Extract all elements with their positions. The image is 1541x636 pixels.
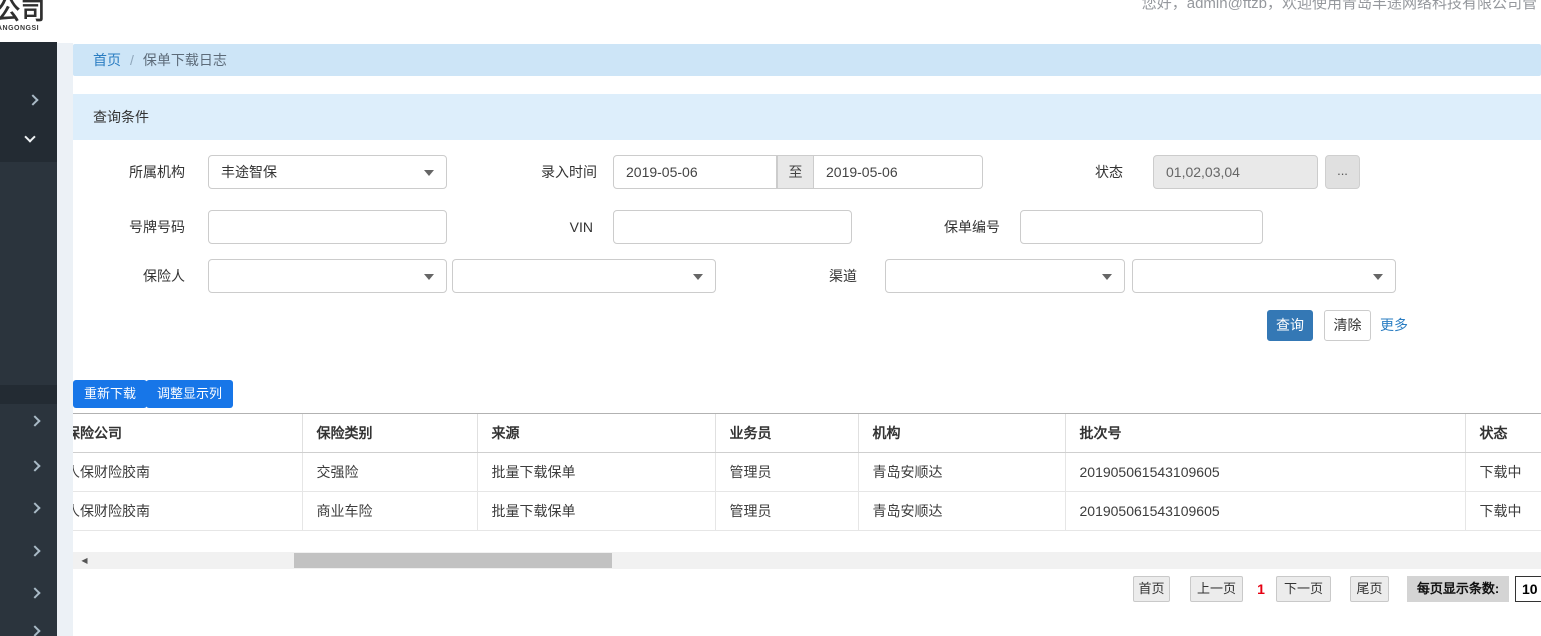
insurer-select-2[interactable] <box>452 259 716 293</box>
org-label: 所属机构 <box>129 164 185 180</box>
breadcrumb-separator: / <box>130 52 134 68</box>
status-input[interactable] <box>1153 155 1318 189</box>
results-table: 保险公司 保险类别 来源 业务员 机构 批次号 状态 人保财险胶南 交强险 批量… <box>73 413 1541 531</box>
logo-text: 公司 <box>0 0 46 25</box>
cell-insurance-company: 人保财险胶南 <box>73 452 302 492</box>
adjust-columns-button[interactable]: 调整显示列 <box>146 380 234 408</box>
per-page-input[interactable] <box>1515 576 1541 602</box>
cell-insurance-type: 商业车险 <box>301 491 477 531</box>
page-prev-button[interactable]: 上一页 <box>1190 576 1243 602</box>
chevron-right-icon <box>29 415 41 427</box>
page-next-button[interactable]: 下一页 <box>1276 576 1331 602</box>
insurer-label: 保险人 <box>143 268 185 284</box>
plate-input[interactable] <box>208 210 447 244</box>
col-header-insurance-company: 保险公司 <box>73 413 302 453</box>
logo-subtext: ANGONGSI <box>0 25 40 32</box>
caret-down-icon <box>424 170 434 176</box>
search-button[interactable]: 查询 <box>1267 310 1313 341</box>
channel-select-1[interactable] <box>885 259 1125 293</box>
scroll-left-arrow-icon[interactable]: ◀ <box>76 552 93 569</box>
col-header-insurance-type: 保险类别 <box>301 413 477 453</box>
breadcrumb: 首页 / 保单下载日志 <box>73 44 1541 76</box>
sidebar-item-6[interactable] <box>0 611 57 636</box>
more-link[interactable]: 更多 <box>1380 310 1408 341</box>
top-header: 您好，admin@ftzb，欢迎使用青岛丰途网络科技有限公司管 <box>57 0 1541 43</box>
scrollbar-thumb[interactable] <box>294 553 612 568</box>
entry-time-range: 至 <box>613 155 983 189</box>
redownload-button[interactable]: 重新下载 <box>73 380 148 408</box>
user-greeting: 您好，admin@ftzb，欢迎使用青岛丰途网络科技有限公司管 <box>1141 0 1537 12</box>
chevron-right-icon <box>29 625 41 636</box>
cell-insurance-company: 人保财险胶南 <box>73 491 302 531</box>
policy-no-label: 保单编号 <box>944 219 1000 235</box>
channel-label: 渠道 <box>829 268 857 284</box>
date-from-input[interactable] <box>613 155 777 189</box>
col-header-salesperson: 业务员 <box>714 413 858 453</box>
table-row: 人保财险胶南 交强险 批量下载保单 管理员 青岛安顺达 201905061543… <box>73 452 1541 492</box>
col-header-source: 来源 <box>476 413 715 453</box>
app-logo: 公司 ANGONGSI <box>0 0 57 42</box>
content-gutter <box>57 43 73 636</box>
table-row: 人保财险胶南 商业车险 批量下载保单 管理员 青岛安顺达 20190506154… <box>73 491 1541 531</box>
breadcrumb-current: 保单下载日志 <box>142 52 227 68</box>
breadcrumb-home-link[interactable]: 首页 <box>93 50 121 70</box>
chevron-right-icon <box>29 460 41 472</box>
per-page-label: 每页显示条数: <box>1407 576 1509 602</box>
page-last-button[interactable]: 尾页 <box>1350 576 1389 602</box>
sidebar-item-2[interactable] <box>0 446 57 486</box>
date-range-separator: 至 <box>777 155 814 189</box>
cell-source: 批量下载保单 <box>476 491 715 531</box>
cell-source: 批量下载保单 <box>476 452 715 492</box>
org-select-value: 丰途智保 <box>221 164 277 180</box>
col-header-batch-no: 批次号 <box>1064 413 1465 453</box>
page-current-number: 1 <box>1257 581 1265 597</box>
col-header-org: 机构 <box>857 413 1065 453</box>
status-picker-button[interactable]: ... <box>1325 155 1360 189</box>
cell-org: 青岛安顺达 <box>857 491 1065 531</box>
date-to-input[interactable] <box>814 155 983 189</box>
caret-down-icon <box>1102 274 1112 280</box>
cell-insurance-type: 交强险 <box>301 452 477 492</box>
table-header-row: 保险公司 保险类别 来源 业务员 机构 批次号 状态 <box>73 413 1541 453</box>
sidebar-item-4[interactable] <box>0 531 57 571</box>
page-first-button[interactable]: 首页 <box>1133 576 1170 602</box>
cell-batch-no: 201905061543109605 <box>1064 491 1465 531</box>
caret-down-icon <box>424 274 434 280</box>
vin-input[interactable] <box>613 210 852 244</box>
cell-salesperson: 管理员 <box>714 491 858 531</box>
cell-status: 下载中 <box>1464 452 1541 492</box>
plate-label: 号牌号码 <box>129 219 185 235</box>
vin-label: VIN <box>569 219 593 235</box>
screen: 公司 ANGONGSI 您好，admin@ftzb，欢迎使用青岛丰途网络科技有限… <box>0 0 1541 636</box>
sidebar-item-3[interactable] <box>0 488 57 528</box>
cell-org: 青岛安顺达 <box>857 452 1065 492</box>
query-panel-title: 查询条件 <box>73 94 1541 140</box>
chevron-right-icon <box>29 587 41 599</box>
sidebar-item-5[interactable] <box>0 573 57 613</box>
chevron-right-icon <box>29 502 41 514</box>
col-header-status: 状态 <box>1464 413 1541 453</box>
caret-down-icon <box>1373 274 1383 280</box>
cell-batch-no: 201905061543109605 <box>1064 452 1465 492</box>
horizontal-scrollbar[interactable]: ◀ <box>73 552 1541 569</box>
status-label: 状态 <box>1095 164 1123 180</box>
channel-select-2[interactable] <box>1132 259 1396 293</box>
cell-status: 下载中 <box>1464 491 1541 531</box>
chevron-right-icon <box>29 545 41 557</box>
cell-salesperson: 管理员 <box>714 452 858 492</box>
caret-down-icon <box>693 274 703 280</box>
policy-no-input[interactable] <box>1020 210 1263 244</box>
clear-button[interactable]: 清除 <box>1324 310 1371 341</box>
insurer-select-1[interactable] <box>208 259 447 293</box>
org-select[interactable]: 丰途智保 <box>208 155 447 189</box>
entry-time-label: 录入时间 <box>541 164 597 180</box>
sidebar-item-1[interactable] <box>0 401 57 441</box>
results-table-wrap: 保险公司 保险类别 来源 业务员 机构 批次号 状态 人保财险胶南 交强险 批量… <box>73 413 1541 532</box>
